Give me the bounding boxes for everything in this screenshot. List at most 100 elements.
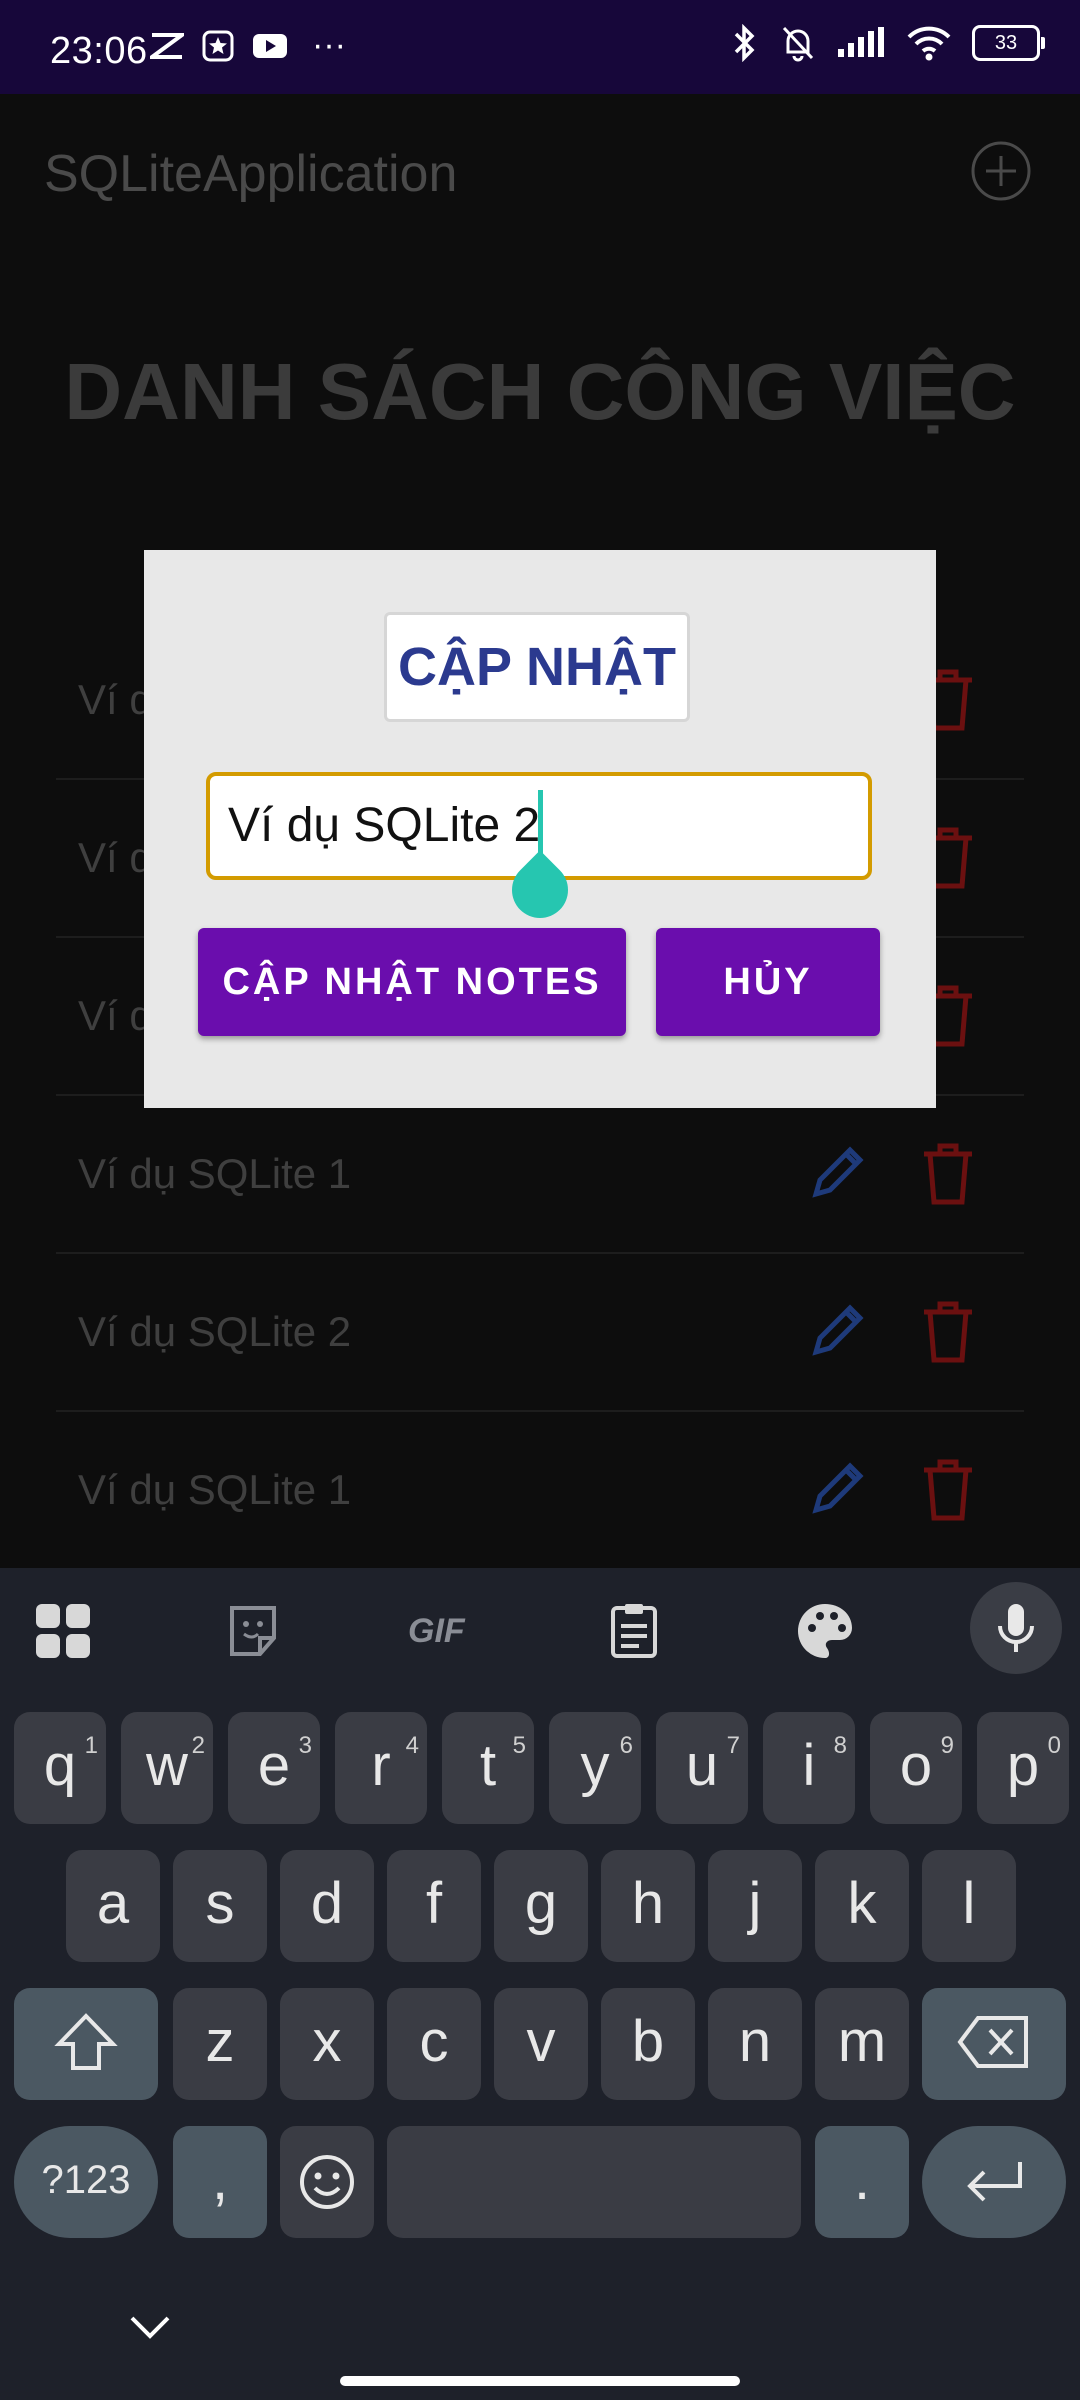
list-heading: DANH SÁCH CÔNG VIỆC: [64, 347, 1016, 436]
key-i[interactable]: i8: [763, 1712, 855, 1824]
key-b[interactable]: b: [601, 1988, 695, 2100]
edit-icon[interactable]: [806, 1140, 870, 1204]
key-m[interactable]: m: [815, 1988, 909, 2100]
key-d[interactable]: d: [280, 1850, 374, 1962]
battery-icon: 33: [972, 25, 1045, 61]
key-letter: r: [371, 1733, 391, 1798]
status-time: 23:06: [50, 30, 148, 72]
key-k[interactable]: k: [815, 1850, 909, 1962]
microphone-icon: [998, 1604, 1034, 1652]
key-l[interactable]: l: [922, 1850, 1016, 1962]
item-label: Ví dụ SQLite 2: [78, 1308, 352, 1355]
key-letter: p: [1006, 1733, 1040, 1798]
wifi-icon: [907, 26, 951, 61]
key-j[interactable]: j: [708, 1850, 802, 1962]
apps-grid-icon[interactable]: [32, 1600, 94, 1662]
hide-keyboard-chevron-icon[interactable]: [128, 2312, 172, 2342]
key-o[interactable]: o9: [870, 1712, 962, 1824]
item-label: Ví dụ SQLite 1: [78, 1466, 352, 1513]
key-q[interactable]: q1: [14, 1712, 106, 1824]
period-key[interactable]: .: [815, 2126, 909, 2238]
youtube-icon: [253, 33, 287, 58]
space-key[interactable]: [387, 2126, 801, 2238]
key-letter: e: [257, 1733, 291, 1798]
key-number: 1: [84, 1732, 98, 1759]
enter-icon: [967, 2162, 1022, 2202]
home-indicator[interactable]: [340, 2376, 740, 2386]
key-a[interactable]: a: [66, 1850, 160, 1962]
soft-keyboard: GIF q1 w2 e3 r4 t5 y6 u7 i8 o9 p0 a s d …: [0, 1568, 1080, 2400]
key-number: 7: [726, 1732, 740, 1759]
key-u[interactable]: u7: [656, 1712, 748, 1824]
key-letter: o: [899, 1733, 933, 1798]
key-letter: i: [802, 1733, 816, 1798]
trash-icon[interactable]: [916, 1138, 980, 1208]
backspace-icon: [957, 2016, 1028, 2068]
key-y[interactable]: y6: [549, 1712, 641, 1824]
update-notes-button[interactable]: CẬP NHẬT NOTES: [198, 928, 626, 1036]
list-item: Ví dụ SQLite 1: [56, 1096, 1024, 1254]
key-z[interactable]: z: [173, 1988, 267, 2100]
status-system-icons: 33: [730, 24, 1045, 62]
key-h[interactable]: h: [601, 1850, 695, 1962]
add-circle-icon[interactable]: [970, 140, 1032, 202]
status-bar: 23:06 ··· 33: [0, 0, 1080, 94]
key-letter: t: [479, 1733, 497, 1798]
key-v[interactable]: v: [494, 1988, 588, 2100]
emoji-key[interactable]: [280, 2126, 374, 2238]
key-c[interactable]: c: [387, 1988, 481, 2100]
key-number: 2: [191, 1732, 205, 1759]
key-t[interactable]: t5: [442, 1712, 534, 1824]
edit-icon[interactable]: [806, 1298, 870, 1362]
update-dialog: CẬP NHẬT Ví dụ SQLite 2 CẬP NHẬT NOTES H…: [144, 550, 936, 1108]
key-number: 5: [512, 1732, 526, 1759]
shift-icon: [54, 2013, 118, 2070]
key-number: 9: [940, 1732, 954, 1759]
cancel-button[interactable]: HỦY: [656, 928, 880, 1036]
key-e[interactable]: e3: [228, 1712, 320, 1824]
key-letter: u: [685, 1733, 719, 1798]
key-n[interactable]: n: [708, 1988, 802, 2100]
key-s[interactable]: s: [173, 1850, 267, 1962]
bell-off-icon: [782, 26, 814, 62]
trash-icon[interactable]: [916, 1454, 980, 1524]
palette-icon[interactable]: [794, 1600, 856, 1662]
key-number: 0: [1047, 1732, 1061, 1759]
more-notifications-icon: ···: [312, 26, 346, 64]
key-letter: y: [580, 1733, 610, 1798]
status-notification-icons: ···: [150, 26, 346, 65]
key-letter: w: [146, 1733, 188, 1798]
keyboard-toolbar: GIF: [0, 1568, 1080, 1694]
enter-key[interactable]: [922, 2126, 1066, 2238]
gif-button[interactable]: GIF: [408, 1600, 488, 1662]
clipboard-icon[interactable]: [603, 1600, 665, 1662]
voice-input-button[interactable]: [970, 1582, 1062, 1674]
item-label: Ví dụ SQLite 1: [78, 1150, 352, 1197]
key-x[interactable]: x: [280, 1988, 374, 2100]
signal-icon: [838, 27, 884, 57]
shift-key[interactable]: [14, 1988, 158, 2100]
trash-icon[interactable]: [916, 1296, 980, 1366]
app-title: SQLiteApplication: [44, 145, 458, 203]
edit-icon[interactable]: [806, 1456, 870, 1520]
key-f[interactable]: f: [387, 1850, 481, 1962]
dialog-title: CẬP NHẬT: [384, 612, 690, 722]
key-p[interactable]: p0: [977, 1712, 1069, 1824]
key-letter: q: [43, 1733, 77, 1798]
star-app-icon: [202, 30, 234, 61]
key-number: 8: [833, 1732, 847, 1759]
emoji-icon: [300, 2155, 354, 2209]
key-number: 6: [619, 1732, 633, 1759]
capcut-icon: [150, 32, 184, 59]
key-number: 4: [405, 1732, 419, 1759]
bluetooth-icon: [734, 24, 755, 62]
backspace-key[interactable]: [922, 1988, 1066, 2100]
key-r[interactable]: r4: [335, 1712, 427, 1824]
key-number: 3: [298, 1732, 312, 1759]
list-item: Ví dụ SQLite 2: [56, 1254, 1024, 1412]
key-g[interactable]: g: [494, 1850, 588, 1962]
symbols-key[interactable]: ?123: [14, 2126, 158, 2238]
sticker-icon[interactable]: [222, 1600, 284, 1662]
comma-key[interactable]: ,: [173, 2126, 267, 2238]
key-w[interactable]: w2: [121, 1712, 213, 1824]
